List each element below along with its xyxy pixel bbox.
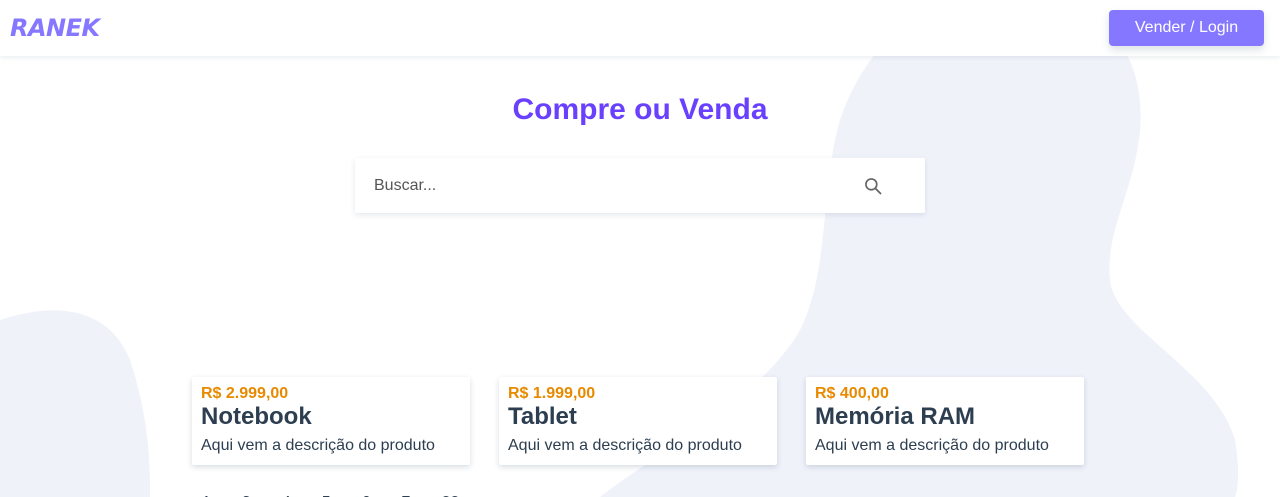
product-name: Notebook <box>201 403 312 430</box>
product-card[interactable]: R$ 1.999,00 Tablet Aqui vem a descrição … <box>499 377 777 465</box>
product-name: Tablet <box>508 403 577 430</box>
page-link[interactable]: 5 <box>317 492 336 497</box>
page-link[interactable]: 3 <box>237 492 256 497</box>
product-card[interactable]: R$ 400,00 Memória RAM Aqui vem a descriç… <box>806 377 1084 465</box>
ranek-logo[interactable]: RANEK <box>10 14 100 42</box>
search-input[interactable] <box>355 158 815 213</box>
search-button[interactable] <box>861 175 885 199</box>
product-description: Aqui vem a descrição do produto <box>815 437 1049 454</box>
page-link[interactable]: 4 <box>277 492 296 497</box>
product-card[interactable]: R$ 2.999,00 Notebook Aqui vem a descriçã… <box>192 377 470 465</box>
product-description: Aqui vem a descrição do produto <box>508 437 742 454</box>
product-price: R$ 2.999,00 <box>201 385 289 402</box>
page-link[interactable]: 7 <box>397 492 416 497</box>
product-price: R$ 1.999,00 <box>508 385 596 402</box>
main-content: Compre ou Venda R$ 2.999,00 Notebook Aqu… <box>0 93 1280 497</box>
product-description: Aqui vem a descrição do produto <box>201 437 435 454</box>
page-title: Compre ou Venda <box>512 93 768 126</box>
page-link[interactable]: 6 <box>357 492 376 497</box>
search-icon <box>865 177 882 194</box>
product-price: R$ 400,00 <box>815 385 889 402</box>
search-form <box>355 158 925 213</box>
page-link[interactable]: 22 <box>436 492 464 497</box>
pagination: 1 3 4 5 6 7 22 <box>197 492 464 497</box>
product-list: R$ 2.999,00 Notebook Aqui vem a descriçã… <box>192 377 1084 465</box>
product-name: Memória RAM <box>815 403 976 430</box>
page-link[interactable]: 1 <box>197 492 216 497</box>
vender-login-button[interactable]: Vender / Login <box>1109 10 1264 46</box>
top-header: RANEK Vender / Login <box>0 0 1280 56</box>
